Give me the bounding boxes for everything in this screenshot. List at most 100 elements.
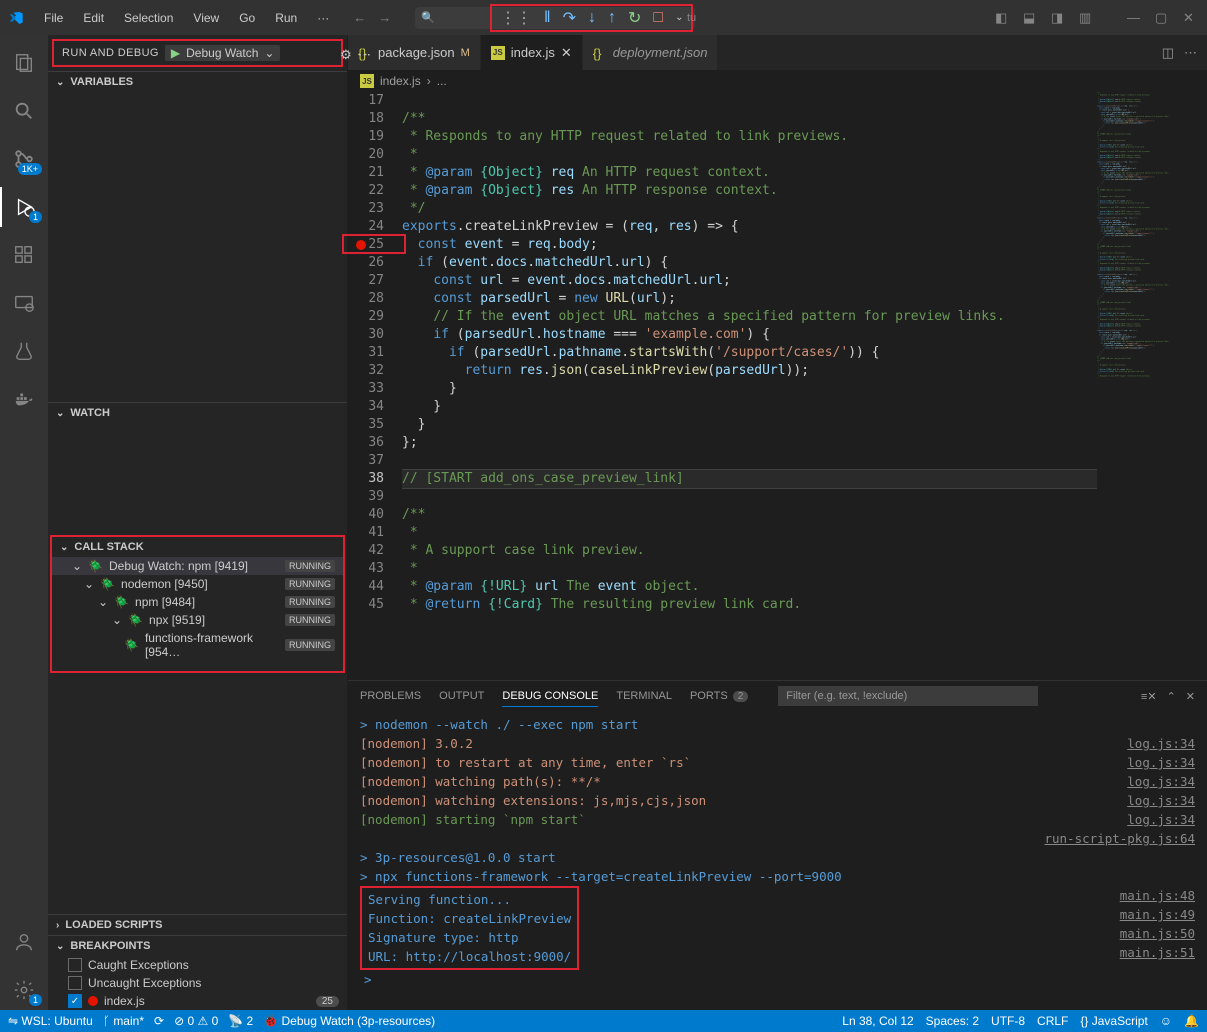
feedback-icon[interactable]: ☺ [1160, 1014, 1172, 1028]
checkbox-icon[interactable] [68, 976, 82, 990]
launch-config-select[interactable]: ▶ Debug Watch ⌄ [165, 45, 281, 61]
panel-tab-problems[interactable]: PROBLEMS [360, 686, 421, 706]
console-source-link[interactable]: log.js:34 [1127, 791, 1195, 810]
layout-right-icon[interactable]: ◨ [1051, 10, 1067, 26]
window-maximize-icon[interactable]: ▢ [1155, 10, 1171, 26]
bug-icon: 🪲 [114, 595, 129, 609]
console-source-link[interactable]: log.js:34 [1127, 734, 1195, 753]
code-editor[interactable]: /** * Responds to any HTTP request relat… [402, 92, 1097, 680]
settings-gear-icon[interactable]: 1 [0, 970, 48, 1010]
explorer-icon[interactable] [0, 43, 48, 83]
sync-icon[interactable]: ⟳ [154, 1014, 164, 1028]
menu-run[interactable]: Run [267, 7, 305, 29]
checkbox-icon[interactable]: ✓ [68, 994, 82, 1008]
breadcrumb-item[interactable]: ... [437, 74, 447, 88]
callstack-row[interactable]: ⌄🪲nodemon [9450]RUNNING [52, 575, 343, 593]
panel-tab-output[interactable]: OUTPUT [439, 686, 484, 706]
language-mode[interactable]: {} JavaScript [1080, 1014, 1147, 1028]
remote-indicator[interactable]: ⇋ WSL: Ubuntu [8, 1014, 93, 1028]
variables-section-header[interactable]: ⌄VARIABLES [48, 72, 347, 92]
breadcrumb-item[interactable]: index.js [380, 74, 421, 88]
console-source-link[interactable]: run-script-pkg.js:64 [1044, 829, 1195, 848]
layout-bottom-icon[interactable]: ⬓ [1023, 10, 1039, 26]
menu-file[interactable]: File [36, 7, 71, 29]
callstack-label: npx [9519] [149, 613, 205, 627]
panel-tab-terminal[interactable]: TERMINAL [616, 686, 672, 706]
nav-forward-icon[interactable]: → [378, 10, 391, 25]
docker-icon[interactable] [0, 379, 48, 419]
more-icon[interactable]: ⋯ [1184, 45, 1197, 61]
indentation[interactable]: Spaces: 2 [926, 1014, 979, 1028]
gutter[interactable]: 1718192021222324252627282930313233343536… [348, 92, 402, 680]
accounts-icon[interactable] [0, 922, 48, 962]
callstack-label: nodemon [9450] [121, 577, 208, 591]
drag-handle-icon[interactable]: ⋮⋮ [500, 8, 532, 28]
eol[interactable]: CRLF [1037, 1014, 1068, 1028]
watch-section-header[interactable]: ⌄WATCH [48, 403, 347, 423]
breakpoint-file[interactable]: ✓index.js25 [48, 992, 347, 1010]
debug-status[interactable]: 🐞 Debug Watch (3p-resources) [263, 1014, 435, 1028]
console-source-link[interactable]: log.js:34 [1127, 810, 1195, 829]
menu-selection[interactable]: Selection [116, 7, 181, 29]
close-panel-icon[interactable]: ✕ [1186, 690, 1195, 703]
console-source-link[interactable]: log.js:34 [1127, 772, 1195, 791]
tab-deployment-json[interactable]: {} deployment.json [583, 35, 719, 70]
step-out-icon[interactable]: ↑ [608, 9, 616, 27]
run-debug-icon[interactable]: 1 [0, 187, 48, 227]
panel-tab-ports[interactable]: PORTS 2 [690, 686, 748, 706]
tab-index-js[interactable]: JS index.js ✕ [481, 35, 583, 70]
callstack-row[interactable]: ⌄🪲npm [9484]RUNNING [52, 593, 343, 611]
git-branch[interactable]: ᚴ main* [103, 1014, 144, 1028]
breakpoint-uncaught[interactable]: Uncaught Exceptions [48, 974, 347, 992]
panel-tab-debug-console[interactable]: DEBUG CONSOLE [502, 686, 598, 707]
split-editor-icon[interactable]: ◫ [1162, 45, 1174, 61]
callstack-section-header[interactable]: ⌄CALL STACK [52, 537, 343, 557]
notifications-icon[interactable]: 🔔 [1184, 1014, 1199, 1028]
window-minimize-icon[interactable]: — [1127, 10, 1143, 26]
callstack-row[interactable]: ⌄🪲npx [9519]RUNNING [52, 611, 343, 629]
breakpoints-header[interactable]: ⌄BREAKPOINTS [48, 936, 347, 956]
remote-explorer-icon[interactable] [0, 283, 48, 323]
chevron-up-icon[interactable]: ⌃ [1167, 690, 1176, 703]
callstack-row[interactable]: 🪲functions-framework [954…RUNNING [52, 629, 343, 661]
breadcrumb[interactable]: JS index.js › ... [348, 70, 1207, 92]
stop-icon[interactable]: □ [653, 9, 663, 27]
layout-grid-icon[interactable]: ▥ [1079, 10, 1095, 26]
checkbox-icon[interactable] [68, 958, 82, 972]
breakpoint-caught[interactable]: Caught Exceptions [48, 956, 347, 974]
source-control-icon[interactable]: 1K+ [0, 139, 48, 179]
layout-left-icon[interactable]: ◧ [995, 10, 1011, 26]
loaded-scripts-title: LOADED SCRIPTS [65, 919, 162, 931]
window-close-icon[interactable]: ✕ [1183, 10, 1199, 26]
bug-icon: 🪲 [100, 577, 115, 591]
menu-edit[interactable]: Edit [75, 7, 112, 29]
debug-console-filter[interactable]: Filter (e.g. text, !exclude) [778, 686, 1038, 706]
ports-indicator[interactable]: 📡 2 [228, 1014, 253, 1028]
minimap[interactable]: /** * Responds to any HTTP request relat… [1097, 92, 1207, 680]
nav-back-icon[interactable]: ← [353, 10, 366, 25]
debug-console[interactable]: > nodemon --watch ./ --exec npm start[no… [348, 711, 1207, 1010]
encoding[interactable]: UTF-8 [991, 1014, 1025, 1028]
bug-icon: 🪲 [88, 559, 103, 573]
menu-more[interactable]: ··· [309, 7, 337, 29]
search-icon[interactable] [0, 91, 48, 131]
close-tab-icon[interactable]: ✕ [561, 45, 572, 61]
step-into-icon[interactable]: ↓ [588, 9, 596, 27]
chevron-down-icon: ⌄ [60, 542, 68, 553]
clear-console-icon[interactable]: ≡✕ [1141, 690, 1157, 703]
gear-icon[interactable]: ⚙ [340, 47, 352, 63]
menu-view[interactable]: View [185, 7, 227, 29]
testing-icon[interactable] [0, 331, 48, 371]
extensions-icon[interactable] [0, 235, 48, 275]
cursor-position[interactable]: Ln 38, Col 12 [842, 1014, 913, 1028]
debug-target-chevron-icon[interactable]: ⌄ [675, 12, 683, 23]
step-over-icon[interactable]: ↷ [563, 8, 576, 28]
pause-icon[interactable]: ‖ [544, 9, 551, 27]
problems-indicator[interactable]: ⊘ 0 ⚠ 0 [174, 1014, 218, 1028]
callstack-row[interactable]: ⌄🪲Debug Watch: npm [9419]RUNNING [52, 557, 343, 575]
loaded-scripts-header[interactable]: ›LOADED SCRIPTS [48, 915, 347, 935]
console-source-link[interactable]: log.js:34 [1127, 753, 1195, 772]
menu-go[interactable]: Go [231, 7, 263, 29]
restart-icon[interactable]: ↻ [628, 8, 641, 28]
more-icon[interactable]: ⋯ [358, 47, 371, 63]
